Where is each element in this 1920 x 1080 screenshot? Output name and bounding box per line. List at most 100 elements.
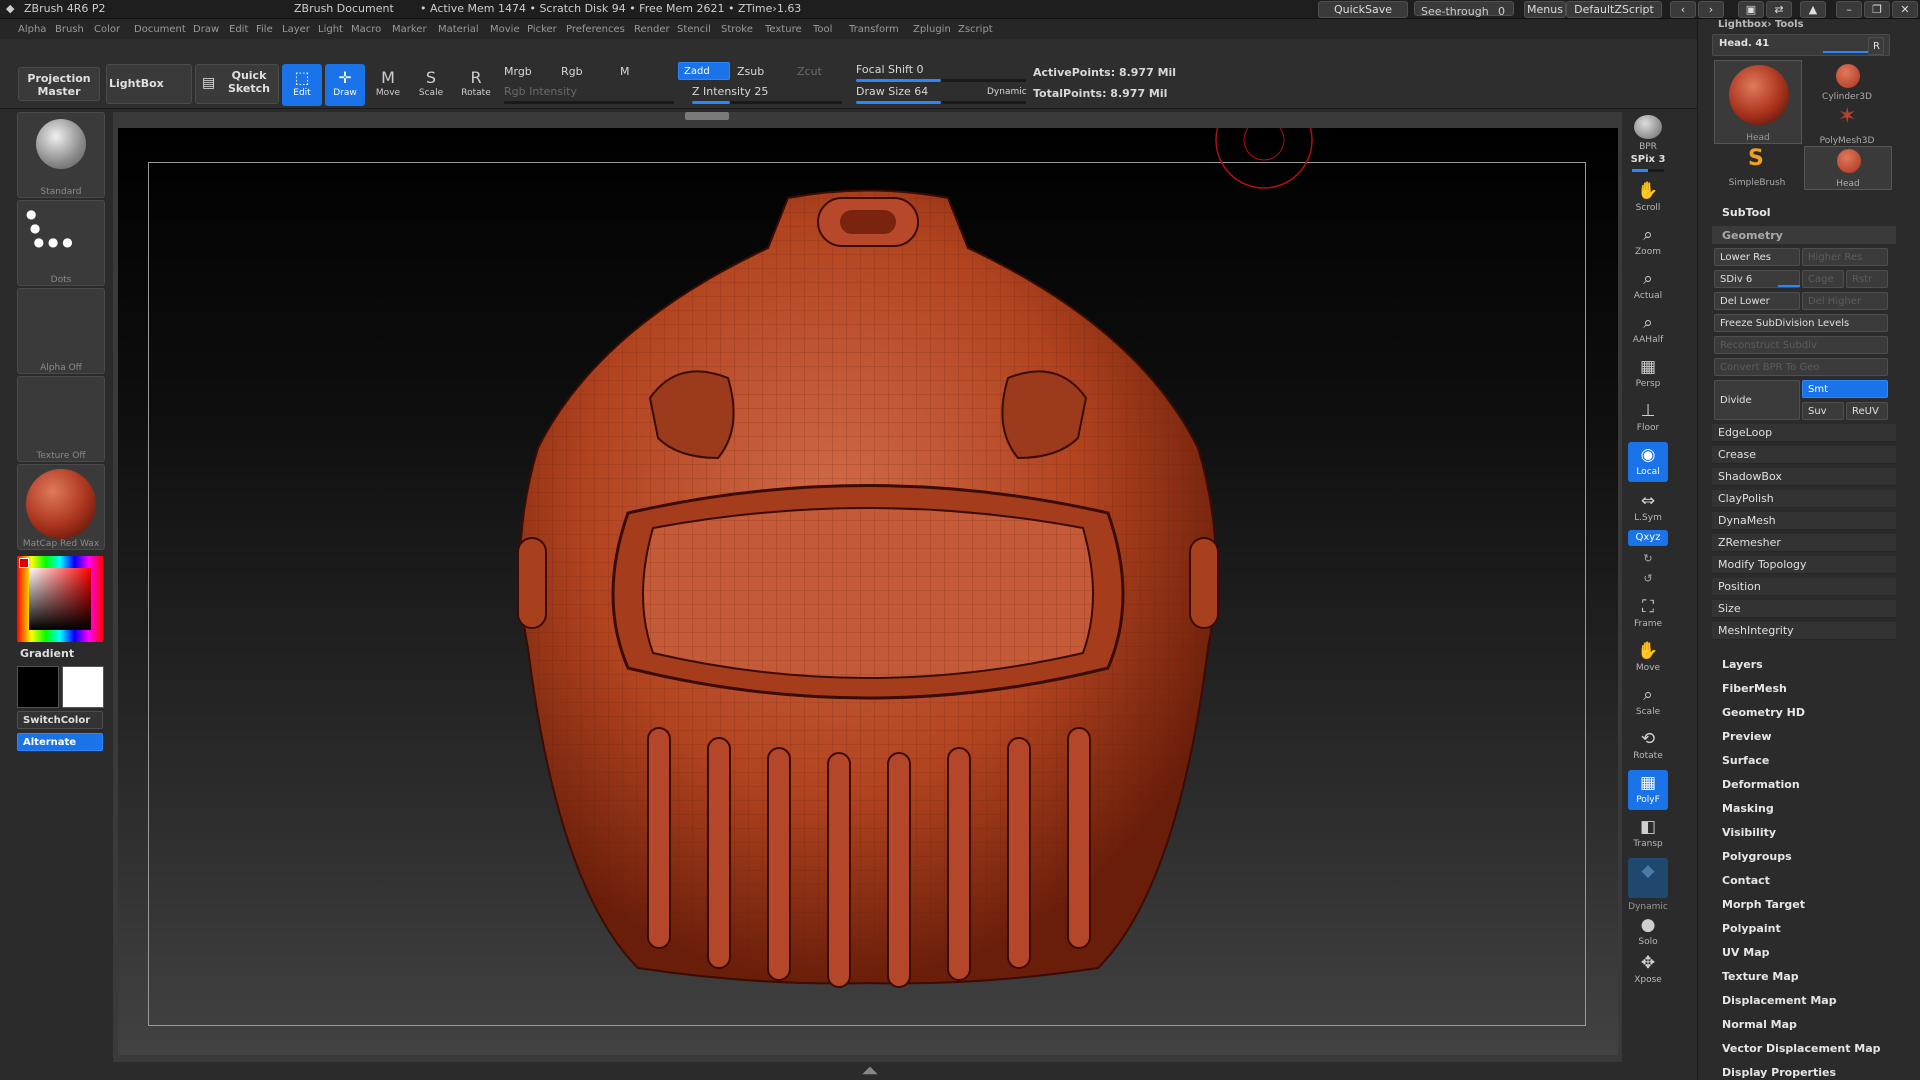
color-picker[interactable] <box>17 556 103 642</box>
scale-view-button[interactable]: ⌕ Scale <box>1628 682 1668 722</box>
rstr-button[interactable]: Rstr <box>1846 270 1888 288</box>
menu-preferences[interactable]: Preferences <box>566 24 625 35</box>
scale-button[interactable]: S Scale <box>411 64 451 106</box>
suv-toggle[interactable]: Suv <box>1802 402 1844 420</box>
menu-stencil[interactable]: Stencil <box>677 24 711 35</box>
lightbox-button[interactable]: LightBox <box>106 64 192 104</box>
menu-macro[interactable]: Macro <box>351 24 381 35</box>
texture-map-section[interactable]: Texture Map <box>1722 970 1799 983</box>
del-lower-button[interactable]: Del Lower <box>1714 292 1800 310</box>
switch-color-button[interactable]: SwitchColor <box>17 711 103 729</box>
rotate-button[interactable]: R Rotate <box>456 64 496 106</box>
head-mesh-model[interactable] <box>118 128 1618 1055</box>
vector-displacement-map-section[interactable]: Vector Displacement Map <box>1722 1042 1881 1055</box>
menu-movie[interactable]: Movie <box>490 24 520 35</box>
z-rotate-icon[interactable]: ↺ <box>1638 572 1658 588</box>
meshintegrity-subpalette[interactable]: MeshIntegrity <box>1712 622 1896 640</box>
ghost-button[interactable]: ◆ <box>1628 858 1668 898</box>
menu-picker[interactable]: Picker <box>527 24 557 35</box>
menu-draw[interactable]: Draw <box>193 24 219 35</box>
bpr-button[interactable]: BPR <box>1628 112 1668 152</box>
menu-edit[interactable]: Edit <box>229 24 248 35</box>
rotate-view-button[interactable]: ⟲ Rotate <box>1628 726 1668 766</box>
uv-map-section[interactable]: UV Map <box>1722 946 1770 959</box>
fibermesh-section[interactable]: FiberMesh <box>1722 682 1787 695</box>
claypolish-subpalette[interactable]: ClayPolish <box>1712 490 1896 508</box>
transp-button[interactable]: ◧ Transp <box>1628 814 1668 854</box>
zoom-button[interactable]: ⌕ Zoom <box>1628 222 1668 262</box>
menu-render[interactable]: Render <box>634 24 670 35</box>
aahalf-button[interactable]: ⌕ AAHalf <box>1628 310 1668 350</box>
masking-section[interactable]: Masking <box>1722 802 1774 815</box>
alternate-button[interactable]: Alternate <box>17 733 103 751</box>
menu-texture[interactable]: Texture <box>765 24 802 35</box>
local-button[interactable]: ◉ Local <box>1628 442 1668 482</box>
persp-button[interactable]: ▦ Persp <box>1628 354 1668 394</box>
displacement-map-section[interactable]: Displacement Map <box>1722 994 1837 1007</box>
divide-button[interactable]: Divide <box>1714 380 1800 420</box>
shadowbox-subpalette[interactable]: ShadowBox <box>1712 468 1896 486</box>
solo-button[interactable]: ● Solo <box>1628 912 1668 947</box>
m-button[interactable]: M <box>620 65 630 78</box>
move-button[interactable]: M Move <box>368 64 408 106</box>
restore-icon[interactable]: ❐ <box>1864 1 1890 18</box>
menu-brush[interactable]: Brush <box>55 24 84 35</box>
polygroups-section[interactable]: Polygroups <box>1722 850 1792 863</box>
scroll-left-icon[interactable]: ‹ <box>1670 1 1696 18</box>
menu-color[interactable]: Color <box>94 24 120 35</box>
menu-light[interactable]: Light <box>318 24 343 35</box>
menu-marker[interactable]: Marker <box>392 24 427 35</box>
polyf-button[interactable]: ▦ PolyF <box>1628 770 1668 810</box>
tool-thumb-head-2[interactable]: Head <box>1804 146 1892 190</box>
higher-res-button[interactable]: Higher Res <box>1802 248 1888 266</box>
canvas-scroll-handle[interactable] <box>685 112 729 120</box>
default-zscript-button[interactable]: DefaultZScript <box>1566 1 1662 18</box>
lock-icon[interactable]: ▲ <box>1800 1 1826 18</box>
stroke-selector[interactable]: ● ● ● ● ● Dots <box>17 200 105 286</box>
del-higher-button[interactable]: Del Higher <box>1802 292 1888 310</box>
floor-button[interactable]: ⊥ Floor <box>1628 398 1668 438</box>
visibility-section[interactable]: Visibility <box>1722 826 1776 839</box>
dynamic-toggle[interactable]: Dynamic <box>987 87 1027 97</box>
zadd-button[interactable]: Zadd <box>678 62 730 80</box>
tool-thumb-cylinder3d[interactable]: Cylinder3D <box>1804 60 1890 102</box>
y-rotate-icon[interactable]: ↻ <box>1638 552 1658 568</box>
rgb-intensity-slider[interactable]: Rgb Intensity <box>504 85 577 98</box>
menu-transform[interactable]: Transform <box>849 24 899 35</box>
draw-button[interactable]: ✛ Draw <box>325 64 365 106</box>
subtool-section[interactable]: SubTool <box>1722 206 1771 219</box>
menu-zplugin[interactable]: Zplugin <box>913 24 951 35</box>
quicksave-button[interactable]: QuickSave <box>1318 1 1408 18</box>
menu-alpha[interactable]: Alpha <box>18 24 46 35</box>
r-button[interactable]: R <box>1868 37 1884 55</box>
minimize-icon[interactable]: – <box>1836 1 1862 18</box>
reconstruct-subdiv-button[interactable]: Reconstruct Subdiv <box>1714 336 1888 354</box>
tool-thumb-polymesh3d[interactable]: ✶ PolyMesh3D <box>1804 104 1890 146</box>
close-icon[interactable]: ✕ <box>1892 1 1918 18</box>
geometry-hd-section[interactable]: Geometry HD <box>1722 706 1805 719</box>
menu-stroke[interactable]: Stroke <box>721 24 753 35</box>
crease-subpalette[interactable]: Crease <box>1712 446 1896 464</box>
menu-material[interactable]: Material <box>438 24 479 35</box>
material-selector[interactable]: MatCap Red Wax <box>17 464 105 550</box>
freeze-subdivision-button[interactable]: Freeze SubDivision Levels <box>1714 314 1888 332</box>
edgeloop-subpalette[interactable]: EdgeLoop <box>1712 424 1896 442</box>
spix-slider[interactable]: SPix 3 <box>1628 154 1668 174</box>
menu-tool[interactable]: Tool <box>813 24 832 35</box>
dynamesh-subpalette[interactable]: DynaMesh <box>1712 512 1896 530</box>
convert-bpr-button[interactable]: Convert BPR To Geo <box>1714 358 1888 376</box>
tool-thumb-simplebrush[interactable]: S SimpleBrush <box>1714 146 1800 188</box>
edit-button[interactable]: ⬚ Edit <box>282 64 322 106</box>
texture-selector[interactable]: Texture Off <box>17 376 105 462</box>
display-properties-section[interactable]: Display Properties <box>1722 1066 1836 1079</box>
color-square[interactable] <box>29 568 91 630</box>
surface-section[interactable]: Surface <box>1722 754 1769 767</box>
primary-color-swatch[interactable] <box>17 666 59 708</box>
actual-button[interactable]: ⌕ Actual <box>1628 266 1668 306</box>
tool-slider[interactable]: Head. 41 <box>1712 34 1890 56</box>
cage-button[interactable]: Cage <box>1802 270 1844 288</box>
move-view-button[interactable]: ✋ Move <box>1628 638 1668 678</box>
reuv-toggle[interactable]: ReUV <box>1846 402 1888 420</box>
zsub-button[interactable]: Zsub <box>737 65 764 78</box>
lsym-button[interactable]: ⇔ L.Sym <box>1628 488 1668 523</box>
